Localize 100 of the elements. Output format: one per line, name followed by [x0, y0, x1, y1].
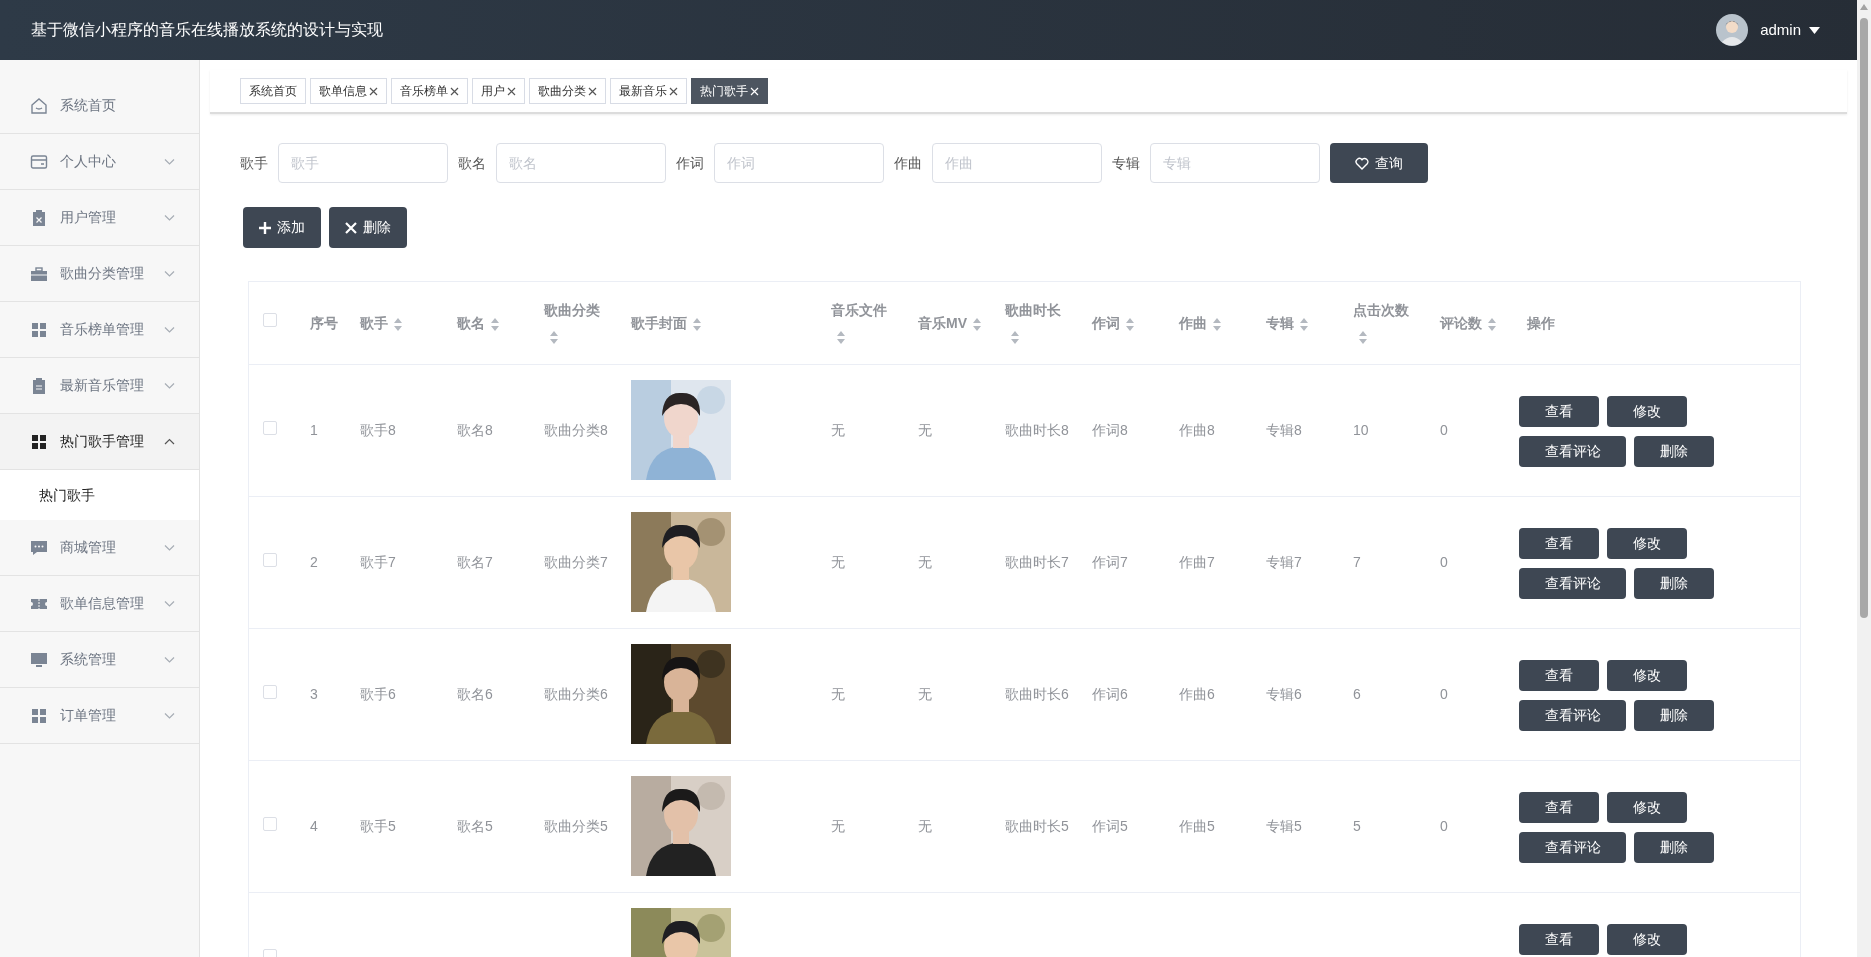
chevron-icon: [164, 269, 175, 278]
table-cell: 歌曲分类6: [544, 685, 608, 702]
chevron-icon: [164, 599, 175, 608]
table-cell: 歌手7: [360, 553, 396, 570]
search-button[interactable]: 查询: [1330, 143, 1428, 183]
row-action-button[interactable]: 删除: [1634, 831, 1714, 863]
row-action-button[interactable]: 删除: [1634, 699, 1714, 731]
row-action-button[interactable]: 查看: [1519, 659, 1599, 691]
checkbox[interactable]: [263, 313, 277, 328]
checkbox[interactable]: [263, 816, 277, 831]
tab[interactable]: 最新音乐: [610, 78, 687, 104]
sort-icon: [394, 317, 402, 331]
field-label: 作曲: [894, 153, 922, 173]
table-cell: 无: [918, 553, 932, 570]
tab[interactable]: 系统首页: [240, 78, 306, 104]
scroll-arrow-icon[interactable]: [1860, 4, 1868, 10]
table-cell: 专辑6: [1266, 685, 1302, 702]
sort-icon: [1011, 330, 1019, 344]
chevron-icon: [164, 543, 175, 552]
table-cell: 6: [1353, 685, 1361, 702]
sort-icon: [837, 330, 845, 344]
column-header: 序号: [298, 282, 348, 364]
wallet-icon: [30, 152, 48, 171]
table-cell: 0: [1440, 421, 1448, 438]
table-cell: 歌曲时长7: [1005, 553, 1069, 570]
search-field[interactable]: 专辑: [1150, 143, 1320, 183]
tab[interactable]: 用户: [472, 78, 525, 104]
tab[interactable]: 歌曲分类: [529, 78, 606, 104]
table-cell: 作曲5: [1179, 817, 1215, 834]
row-action-button[interactable]: 修改: [1607, 791, 1687, 823]
sidebar-item[interactable]: 商城管理: [0, 520, 199, 576]
table-cell: 专辑5: [1266, 817, 1302, 834]
row-action-button[interactable]: 查看: [1519, 791, 1599, 823]
close-icon: [588, 86, 597, 96]
row-action-button[interactable]: 查看评论: [1519, 435, 1626, 467]
sort-icon: [1213, 317, 1221, 331]
sidebar-item[interactable]: 音乐榜单管理: [0, 302, 199, 358]
table-cell: 歌曲分类7: [544, 553, 608, 570]
row-action-button[interactable]: 删除: [1634, 567, 1714, 599]
row-action-button[interactable]: 查看评论: [1519, 567, 1626, 599]
delete-button[interactable]: 删除: [329, 207, 407, 248]
user-name[interactable]: admin: [1760, 18, 1801, 42]
table-cell: 2: [310, 553, 318, 570]
table-cell: 作曲8: [1179, 421, 1215, 438]
sort-icon: [693, 317, 701, 331]
close-icon: [345, 221, 357, 234]
table-cell: 作曲7: [1179, 553, 1215, 570]
table-cell: 1: [310, 421, 318, 438]
checkbox[interactable]: [263, 552, 277, 567]
sidebar-item[interactable]: 系统首页: [0, 78, 199, 134]
table-cell: 专辑8: [1266, 421, 1302, 438]
table-cell: 无: [831, 685, 845, 702]
row-action-button[interactable]: 查看: [1519, 395, 1599, 427]
heart-icon: [1355, 156, 1369, 170]
table-cell: 无: [831, 817, 845, 834]
table-cell: 歌手8: [360, 421, 396, 438]
chevron-icon: [164, 213, 175, 222]
table-cell: 歌曲时长5: [1005, 817, 1069, 834]
row-action-button[interactable]: 修改: [1607, 659, 1687, 691]
checkbox[interactable]: [263, 420, 277, 435]
sidebar-item[interactable]: 订单管理: [0, 688, 199, 744]
table-cell: 歌曲时长8: [1005, 421, 1069, 438]
sort-icon: [491, 317, 499, 331]
tab[interactable]: 音乐榜单: [391, 78, 468, 104]
sidebar-item[interactable]: 系统管理: [0, 632, 199, 688]
scrollbar[interactable]: [1857, 0, 1871, 957]
table-cell: 无: [831, 421, 845, 438]
sidebar-item[interactable]: 用户管理: [0, 190, 199, 246]
sidebar-item[interactable]: 歌单信息管理: [0, 576, 199, 632]
close-icon: [669, 86, 678, 96]
briefcase-icon: [30, 264, 48, 283]
row-action-button[interactable]: 修改: [1607, 395, 1687, 427]
search-field[interactable]: 歌手: [278, 143, 448, 183]
caret-icon[interactable]: [1809, 26, 1820, 34]
row-action-button[interactable]: 删除: [1634, 435, 1714, 467]
tab[interactable]: 热门歌手: [691, 78, 768, 104]
table-cell: 歌手5: [360, 817, 396, 834]
tab[interactable]: 歌单信息: [310, 78, 387, 104]
row-action-button[interactable]: 修改: [1607, 527, 1687, 559]
row-action-button[interactable]: 查看: [1519, 527, 1599, 559]
avatar-icon[interactable]: [1716, 14, 1749, 46]
search-field[interactable]: 歌名: [496, 143, 666, 183]
submenu-item[interactable]: 热门歌手: [0, 470, 199, 520]
row-action-button[interactable]: 查看评论: [1519, 831, 1626, 863]
add-button[interactable]: 添加: [243, 207, 321, 248]
clipboard-icon: [30, 376, 48, 395]
field-label: 歌手: [240, 153, 268, 173]
row-action-button[interactable]: 查看评论: [1519, 699, 1626, 731]
search-field[interactable]: 作词: [714, 143, 884, 183]
table-cell: 歌名6: [457, 685, 493, 702]
sidebar-item[interactable]: 热门歌手管理: [0, 414, 199, 470]
row-action-button[interactable]: 查看: [1519, 923, 1599, 955]
table-cell: 作曲6: [1179, 685, 1215, 702]
sidebar-item[interactable]: 个人中心: [0, 134, 199, 190]
checkbox[interactable]: [263, 684, 277, 699]
row-action-button[interactable]: 修改: [1607, 923, 1687, 955]
sidebar-item[interactable]: 歌曲分类管理: [0, 246, 199, 302]
sort-icon: [1488, 317, 1496, 331]
search-field[interactable]: 作曲: [932, 143, 1102, 183]
table-cell: 歌曲分类8: [544, 421, 608, 438]
